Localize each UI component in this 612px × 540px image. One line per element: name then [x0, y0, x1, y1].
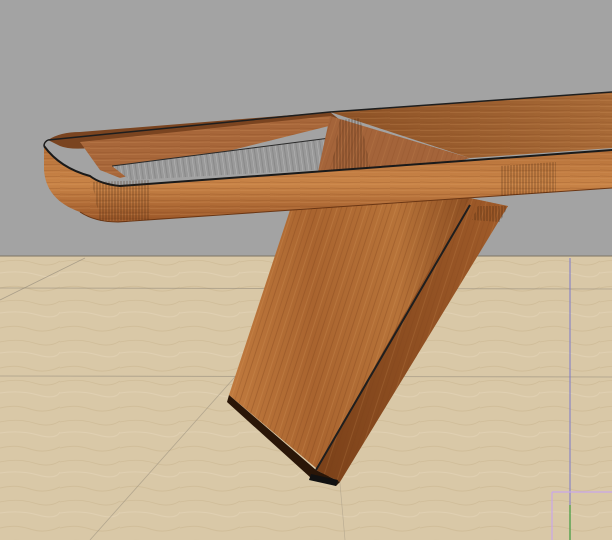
- viewport-3d[interactable]: [0, 0, 612, 540]
- table-render: [0, 0, 612, 540]
